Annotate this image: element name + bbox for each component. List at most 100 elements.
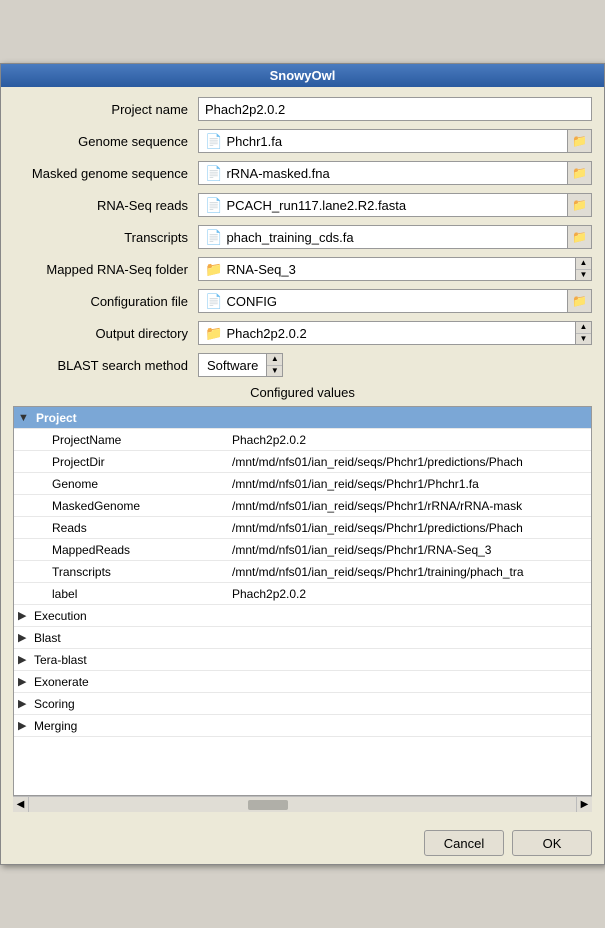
footer: Cancel OK <box>1 822 604 864</box>
project-header-key: Project <box>32 411 232 425</box>
window-title: SnowyOwl <box>270 68 336 83</box>
row-key: MappedReads <box>32 543 232 557</box>
mapped-rnaseq-spinner-down[interactable]: ▼ <box>576 270 591 281</box>
row-key: Reads <box>32 521 232 535</box>
config-file-input[interactable]: 📄 CONFIG 📁 <box>198 289 592 313</box>
mapped-rnaseq-spinner[interactable]: ▲ ▼ <box>575 258 591 280</box>
row-key: MaskedGenome <box>32 499 232 513</box>
blast-spinner-down[interactable]: ▼ <box>267 366 282 377</box>
config-file-icon: 📄 <box>205 293 222 310</box>
scroll-left-btn[interactable]: ◀ <box>13 797 29 812</box>
bottom-scrollbar[interactable]: ◀ ▶ <box>13 796 592 812</box>
genome-sequence-label: Genome sequence <box>13 134 198 149</box>
output-dir-input-wrap: 📁 Phach2p2.0.2 ▲ ▼ <box>198 321 592 345</box>
group-label: Merging <box>32 719 77 733</box>
main-window: SnowyOwl Project name Phach2p2.0.2 Genom… <box>0 63 605 865</box>
list-item[interactable]: ▶ Execution <box>14 605 591 627</box>
output-dir-label: Output directory <box>13 326 198 341</box>
rnaseq-file-icon: 📄 <box>205 197 222 214</box>
transcripts-input-wrap: 📄 phach_training_cds.fa 📁 <box>198 225 592 249</box>
row-key: ProjectName <box>32 433 232 447</box>
blast-search-label: BLAST search method <box>13 358 198 373</box>
scroll-right-btn[interactable]: ▶ <box>576 797 592 812</box>
list-item[interactable]: ▶ Blast <box>14 627 591 649</box>
h-scroll-track[interactable] <box>29 797 576 812</box>
genome-sequence-file-input[interactable]: 📄 Phchr1.fa 📁 <box>198 129 592 153</box>
group-expand-icon[interactable]: ▶ <box>18 609 32 622</box>
row-value: /mnt/md/nfs01/ian_reid/seqs/Phchr1/Phchr… <box>232 477 591 491</box>
content-area: Project name Phach2p2.0.2 Genome sequenc… <box>1 87 604 822</box>
config-file-row: Configuration file 📄 CONFIG 📁 <box>13 289 592 313</box>
output-dir-text: 📁 Phach2p2.0.2 <box>199 322 575 344</box>
config-file-browse-btn[interactable]: 📁 <box>567 290 591 312</box>
masked-genome-file-input[interactable]: 📄 rRNA-masked.fna 📁 <box>198 161 592 185</box>
project-name-label: Project name <box>13 102 198 117</box>
table-row: ▶ Genome /mnt/md/nfs01/ian_reid/seqs/Phc… <box>14 473 591 495</box>
tree-container: ▼ Project ▶ ProjectName Phach2p2.0.2 ▶ P… <box>13 406 592 796</box>
output-dir-spinner-up[interactable]: ▲ <box>576 322 591 334</box>
blast-search-select[interactable]: Software ▲ ▼ <box>198 353 283 377</box>
row-value: /mnt/md/nfs01/ian_reid/seqs/Phchr1/predi… <box>232 521 591 535</box>
table-row: ▶ MappedReads /mnt/md/nfs01/ian_reid/seq… <box>14 539 591 561</box>
output-dir-folder-input[interactable]: 📁 Phach2p2.0.2 ▲ ▼ <box>198 321 592 345</box>
transcripts-text: 📄 phach_training_cds.fa <box>199 226 567 248</box>
row-value: /mnt/md/nfs01/ian_reid/seqs/Phchr1/predi… <box>232 455 591 469</box>
blast-spinner-up[interactable]: ▲ <box>267 354 282 366</box>
project-rows: ▶ ProjectName Phach2p2.0.2 ▶ ProjectDir … <box>14 429 591 605</box>
row-value: /mnt/md/nfs01/ian_reid/seqs/Phchr1/RNA-S… <box>232 543 591 557</box>
list-item[interactable]: ▶ Tera-blast <box>14 649 591 671</box>
mapped-folder-icon: 📁 <box>205 261 222 278</box>
transcripts-file-input[interactable]: 📄 phach_training_cds.fa 📁 <box>198 225 592 249</box>
mapped-rnaseq-input-wrap: 📁 RNA-Seq_3 ▲ ▼ <box>198 257 592 281</box>
rnaseq-reads-file-input[interactable]: 📄 PCACH_run117.lane2.R2.fasta 📁 <box>198 193 592 217</box>
cancel-button[interactable]: Cancel <box>424 830 504 856</box>
group-label: Tera-blast <box>32 653 87 667</box>
rnaseq-reads-row: RNA-Seq reads 📄 PCACH_run117.lane2.R2.fa… <box>13 193 592 217</box>
group-expand-icon[interactable]: ▶ <box>18 631 32 644</box>
group-expand-icon[interactable]: ▶ <box>18 719 32 732</box>
project-collapse-icon[interactable]: ▼ <box>18 412 32 424</box>
list-item[interactable]: ▶ Scoring <box>14 693 591 715</box>
blast-search-value: Software <box>199 358 266 373</box>
masked-file-icon: 📄 <box>205 165 222 182</box>
group-label: Blast <box>32 631 61 645</box>
config-file-input-wrap: 📄 CONFIG 📁 <box>198 289 592 313</box>
genome-file-icon: 📄 <box>205 133 222 150</box>
list-item[interactable]: ▶ Exonerate <box>14 671 591 693</box>
tree-scroll-area[interactable]: ▼ Project ▶ ProjectName Phach2p2.0.2 ▶ P… <box>14 407 591 795</box>
row-value: /mnt/md/nfs01/ian_reid/seqs/Phchr1/train… <box>232 565 591 579</box>
project-name-input[interactable]: Phach2p2.0.2 <box>198 97 592 121</box>
project-header-row[interactable]: ▼ Project <box>14 407 591 429</box>
masked-genome-browse-btn[interactable]: 📁 <box>567 162 591 184</box>
blast-spinner[interactable]: ▲ ▼ <box>266 354 282 376</box>
rnaseq-reads-browse-btn[interactable]: 📁 <box>567 194 591 216</box>
rnaseq-reads-label: RNA-Seq reads <box>13 198 198 213</box>
group-expand-icon[interactable]: ▶ <box>18 675 32 688</box>
row-value: /mnt/md/nfs01/ian_reid/seqs/Phchr1/rRNA/… <box>232 499 591 513</box>
config-file-text: 📄 CONFIG <box>199 290 567 312</box>
project-name-row: Project name Phach2p2.0.2 <box>13 97 592 121</box>
table-row: ▶ Reads /mnt/md/nfs01/ian_reid/seqs/Phch… <box>14 517 591 539</box>
list-item[interactable]: ▶ Merging <box>14 715 591 737</box>
group-label: Execution <box>32 609 87 623</box>
transcripts-browse-btn[interactable]: 📁 <box>567 226 591 248</box>
mapped-rnaseq-label: Mapped RNA-Seq folder <box>13 262 198 277</box>
output-folder-icon: 📁 <box>205 325 222 342</box>
mapped-rnaseq-folder-input[interactable]: 📁 RNA-Seq_3 ▲ ▼ <box>198 257 592 281</box>
ok-button[interactable]: OK <box>512 830 592 856</box>
genome-sequence-browse-btn[interactable]: 📁 <box>567 130 591 152</box>
masked-genome-text: 📄 rRNA-masked.fna <box>199 162 567 184</box>
mapped-rnaseq-text: 📁 RNA-Seq_3 <box>199 258 575 280</box>
genome-sequence-text: 📄 Phchr1.fa <box>199 130 567 152</box>
mapped-rnaseq-spinner-up[interactable]: ▲ <box>576 258 591 270</box>
group-expand-icon[interactable]: ▶ <box>18 697 32 710</box>
output-dir-spinner-down[interactable]: ▼ <box>576 334 591 345</box>
genome-sequence-input-wrap: 📄 Phchr1.fa 📁 <box>198 129 592 153</box>
row-key: label <box>32 587 232 601</box>
h-scroll-thumb[interactable] <box>248 800 288 810</box>
rnaseq-reads-text: 📄 PCACH_run117.lane2.R2.fasta <box>199 194 567 216</box>
rnaseq-reads-input-wrap: 📄 PCACH_run117.lane2.R2.fasta 📁 <box>198 193 592 217</box>
group-expand-icon[interactable]: ▶ <box>18 653 32 666</box>
output-dir-spinner[interactable]: ▲ ▼ <box>575 322 591 344</box>
table-row: ▶ ProjectDir /mnt/md/nfs01/ian_reid/seqs… <box>14 451 591 473</box>
